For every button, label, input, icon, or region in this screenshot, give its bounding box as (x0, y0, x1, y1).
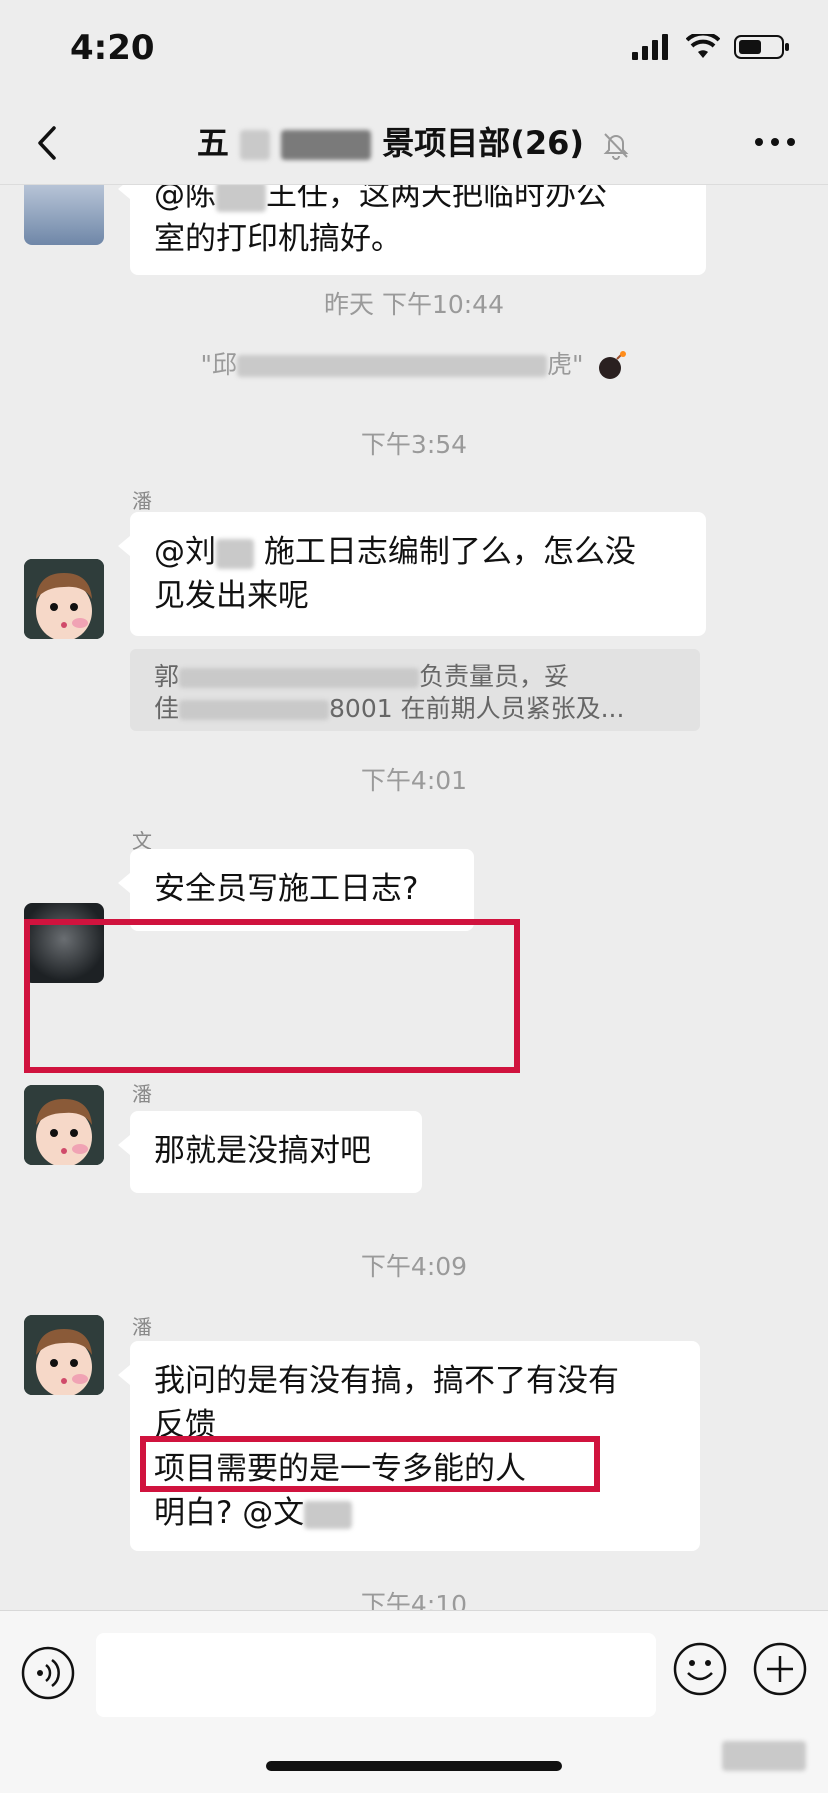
status-time: 4:20 (70, 28, 155, 68)
timestamp: 下午3:54 (360, 430, 468, 459)
cartoon-face-avatar (24, 559, 104, 639)
group-title-end: 景项目部(26) (382, 124, 585, 162)
sender-name: 潘 (132, 1315, 152, 1339)
message-bubble[interactable]: @陈 王任，这两天把临时办公 室的打印机搞好。 (118, 185, 706, 275)
more-button[interactable] (752, 128, 798, 156)
highlight-box (24, 919, 520, 1073)
quote-line: 郭负责量员，妥 (154, 662, 570, 691)
timestamp: 昨天 下午10:44 (324, 290, 504, 319)
redacted-block (281, 130, 372, 160)
message-bubble[interactable]: 那就是没搞对吧 (118, 1111, 422, 1193)
chat-area[interactable]: @陈 王任，这两天把临时办公 室的打印机搞好。 昨天 下午10:44 "邱 虎" 下… (0, 185, 828, 1610)
bomb-icon (599, 351, 627, 379)
chat-header: 五 景项目部(26) (0, 100, 828, 185)
voice-icon (21, 1646, 75, 1700)
message-line: 见发出来呢 (154, 578, 309, 614)
sender-name: 潘 (132, 1082, 152, 1106)
signal-icon (632, 34, 668, 60)
message-line: 我问的是有没有搞，搞不了有没有 (154, 1363, 619, 1399)
highlight-box (140, 1436, 600, 1492)
group-title-start: 五 (196, 124, 229, 162)
message-line: 明白? @文 (154, 1491, 676, 1535)
emoji-button[interactable] (672, 1641, 728, 1701)
cartoon-face-avatar (24, 1085, 104, 1165)
message-line: 安全员写施工日志? (154, 871, 419, 907)
group-title[interactable]: 五 景项目部(26) (0, 118, 828, 164)
plus-button[interactable] (752, 1641, 808, 1701)
input-bar (0, 1610, 828, 1793)
emoji-icon (673, 1642, 727, 1696)
mute-bell-icon (603, 133, 629, 160)
message-input[interactable] (96, 1633, 656, 1717)
home-indicator (266, 1761, 562, 1771)
message-line: 室的打印机搞好。 (154, 221, 402, 257)
redacted-block (179, 668, 420, 688)
redacted-block (237, 355, 548, 377)
timestamp: 下午4:09 (360, 1252, 468, 1281)
quoted-message[interactable]: 郭负责量员，妥 佳 8001 在前期人员紧张及... (130, 649, 700, 731)
cartoon-face-avatar (24, 1315, 104, 1395)
avatar[interactable] (24, 185, 104, 245)
battery-icon (734, 35, 789, 59)
redacted-block (239, 130, 270, 160)
avatar[interactable] (24, 559, 104, 639)
message-bubble[interactable]: @刘 施工日志编制了么，怎么没 见发出来呢 (118, 512, 706, 636)
quote-line: 佳 8001 在前期人员紧张及... (154, 694, 625, 723)
redacted-block (216, 538, 254, 569)
avatar[interactable] (24, 1085, 104, 1165)
wifi-icon (686, 34, 720, 58)
message-line: @陈 王任，这两天把临时办公 (154, 185, 682, 217)
redacted-block (304, 1500, 353, 1529)
status-bar: 4:20 (0, 0, 828, 100)
avatar[interactable] (24, 1315, 104, 1395)
message-line: 那就是没搞对吧 (154, 1133, 371, 1169)
timestamp: 下午4:01 (360, 766, 468, 795)
redacted-block (179, 700, 330, 720)
plus-icon (753, 1642, 807, 1696)
timestamp: 下午4:10 (360, 1590, 468, 1610)
watermark (722, 1741, 806, 1771)
status-icons (632, 34, 790, 60)
redacted-block (216, 185, 266, 212)
system-message: "邱 虎" (0, 345, 828, 381)
voice-button[interactable] (20, 1645, 76, 1705)
message-line: @刘 施工日志编制了么，怎么没 (154, 534, 636, 570)
more-icon (755, 138, 795, 146)
sender-name: 潘 (132, 489, 152, 513)
